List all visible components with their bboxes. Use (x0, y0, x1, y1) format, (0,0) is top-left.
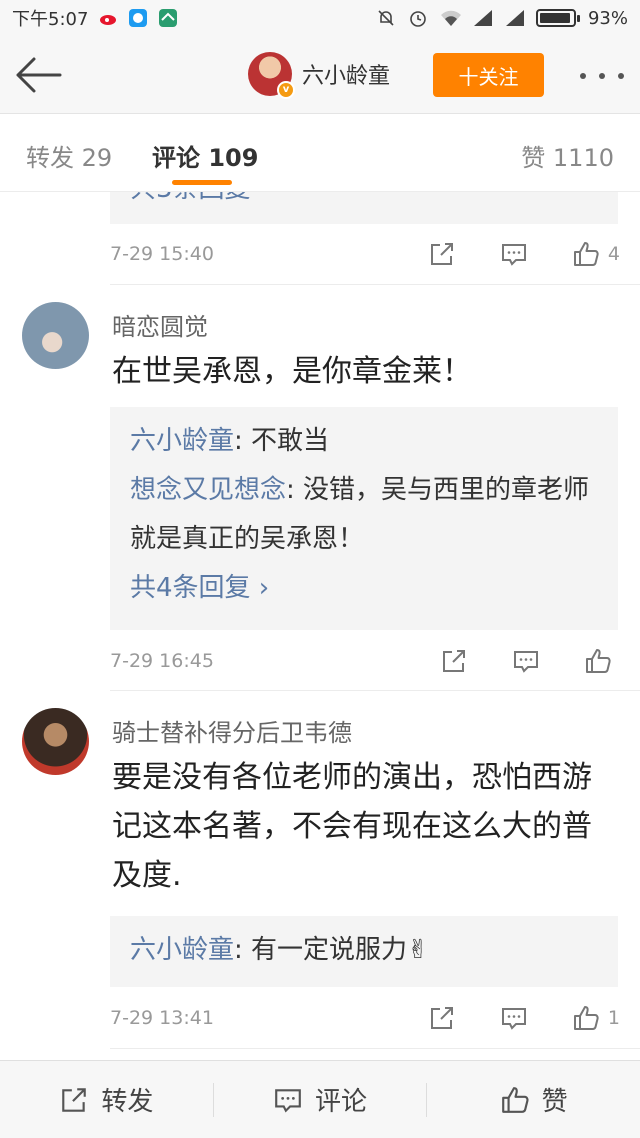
nav-header: v 六小龄童 十关注 (0, 36, 640, 114)
divider (110, 1048, 640, 1049)
repost-bottom-button[interactable]: 转发 (0, 1061, 213, 1138)
like-count: 1 (607, 1007, 620, 1029)
app-notification-icon-2 (158, 8, 178, 28)
reply-box: 共3条回复 (110, 192, 618, 224)
reply-line: 六小龄童: 有一定说服力✌ (130, 935, 429, 965)
tab-active-indicator (172, 180, 232, 185)
comment-author[interactable]: 暗恋圆觉 (112, 307, 208, 342)
reply-button[interactable] (500, 1004, 528, 1032)
repost-button[interactable] (440, 647, 468, 675)
tab-bar: 转发 29 评论 109 赞 1110 (0, 114, 640, 192)
comment-text: 要是没有各位老师的演出，恐怕西游记这本名著，不会有现在这么大的普及度. (112, 760, 592, 893)
like-button[interactable]: 4 (572, 240, 620, 268)
comment-feed[interactable]: 共3条回复 7-29 15:40 4 暗恋圆觉 在世吴承恩，是你章金莱！ 六小龄… (0, 192, 640, 1060)
share-icon (62, 1087, 87, 1112)
avatar[interactable]: v (248, 52, 295, 99)
reply-button[interactable] (512, 647, 540, 675)
share-icon (430, 243, 453, 265)
comment-time: 7-29 13:41 (110, 1007, 214, 1029)
tab-repost[interactable]: 转发 29 (26, 138, 112, 173)
like-count: 4 (607, 243, 620, 265)
status-time: 下午5:07 (12, 9, 89, 30)
comment-icon (501, 244, 526, 266)
share-icon (443, 650, 465, 672)
comment-meta: 7-29 13:41 1 (110, 998, 620, 1038)
weibo-notification-icon (98, 8, 118, 28)
tab-likes[interactable]: 赞 1110 (521, 138, 614, 173)
comment-bottom-button[interactable]: 评论 (214, 1061, 427, 1138)
app-notification-icon (128, 8, 148, 28)
profile-header[interactable]: v 六小龄童 (248, 52, 390, 99)
more-replies-link[interactable]: 共4条回复 › (130, 564, 598, 613)
mute-bell-icon (376, 8, 396, 28)
profile-name[interactable]: 六小龄童 (302, 58, 390, 90)
bottom-action-bar: 转发 评论 赞 (0, 1060, 640, 1138)
reply-author[interactable]: 六小龄童 (130, 426, 234, 456)
dot-icon (580, 73, 586, 79)
comment-text: 在世吴承恩，是你章金莱！ (112, 354, 472, 389)
battery-fill (539, 13, 570, 23)
comment-label: 评论 (315, 1087, 368, 1117)
reply-box[interactable]: 六小龄童: 有一定说服力✌ (110, 916, 618, 987)
comment-icon (275, 1088, 301, 1113)
reply-text: 不敢当 (251, 426, 330, 456)
repost-label: 转发 (101, 1087, 154, 1117)
thumbs-up-icon (586, 649, 611, 673)
reply-text: 有一定说服力✌ (251, 935, 429, 965)
share-icon (430, 1007, 453, 1029)
verified-badge-icon: v (277, 81, 295, 99)
comment-icon (501, 1008, 526, 1030)
like-button[interactable]: 1 (572, 1004, 620, 1032)
like-label: 赞 (541, 1087, 568, 1117)
avatar[interactable] (22, 708, 89, 775)
reply-box[interactable]: 六小龄童: 不敢当 想念又见想念: 没错，吴与西里的章老师就是真正的吴承恩！ 共… (110, 407, 618, 630)
more-options-button[interactable] (580, 64, 624, 88)
dot-icon (618, 73, 624, 79)
status-bar: 下午5:07 93% (0, 0, 640, 36)
repost-button[interactable] (428, 240, 456, 268)
avatar[interactable] (22, 302, 89, 369)
comment-icon (514, 651, 538, 673)
reply-button[interactable] (500, 240, 528, 268)
divider (110, 690, 640, 691)
thumbs-up-icon (573, 1006, 599, 1030)
thumbs-up-icon (501, 1086, 529, 1113)
comment-author[interactable]: 骑士替补得分后卫韦德 (112, 713, 352, 748)
battery-icon (535, 9, 580, 27)
dot-icon (599, 73, 605, 79)
alarm-icon (408, 8, 428, 28)
more-replies-link[interactable]: 共3条回复 (130, 192, 251, 204)
tab-comments[interactable]: 评论 109 (152, 138, 258, 173)
reply-line: 想念又见想念: 没错，吴与西里的章老师就是真正的吴承恩！ (130, 475, 590, 554)
like-bottom-button[interactable]: 赞 (427, 1061, 640, 1138)
battery-percent: 93% (587, 7, 628, 29)
follow-button[interactable]: 十关注 (433, 53, 544, 97)
comment-time: 7-29 15:40 (110, 243, 214, 265)
signal-icon-2 (504, 8, 524, 28)
like-button[interactable] (584, 647, 620, 675)
thumbs-up-icon (573, 242, 599, 266)
signal-icon (472, 8, 492, 28)
back-arrow-icon (16, 57, 62, 93)
reply-author[interactable]: 六小龄童 (130, 935, 234, 965)
divider (110, 284, 640, 285)
comment-meta: 7-29 16:45 (110, 641, 620, 681)
comment-meta: 7-29 15:40 4 (110, 234, 620, 274)
reply-author[interactable]: 想念又见想念 (130, 475, 286, 505)
repost-button[interactable] (428, 1004, 456, 1032)
reply-line: 六小龄童: 不敢当 (130, 426, 330, 456)
back-button[interactable] (12, 54, 64, 96)
comment-time: 7-29 16:45 (110, 650, 214, 672)
wifi-icon (440, 8, 461, 28)
